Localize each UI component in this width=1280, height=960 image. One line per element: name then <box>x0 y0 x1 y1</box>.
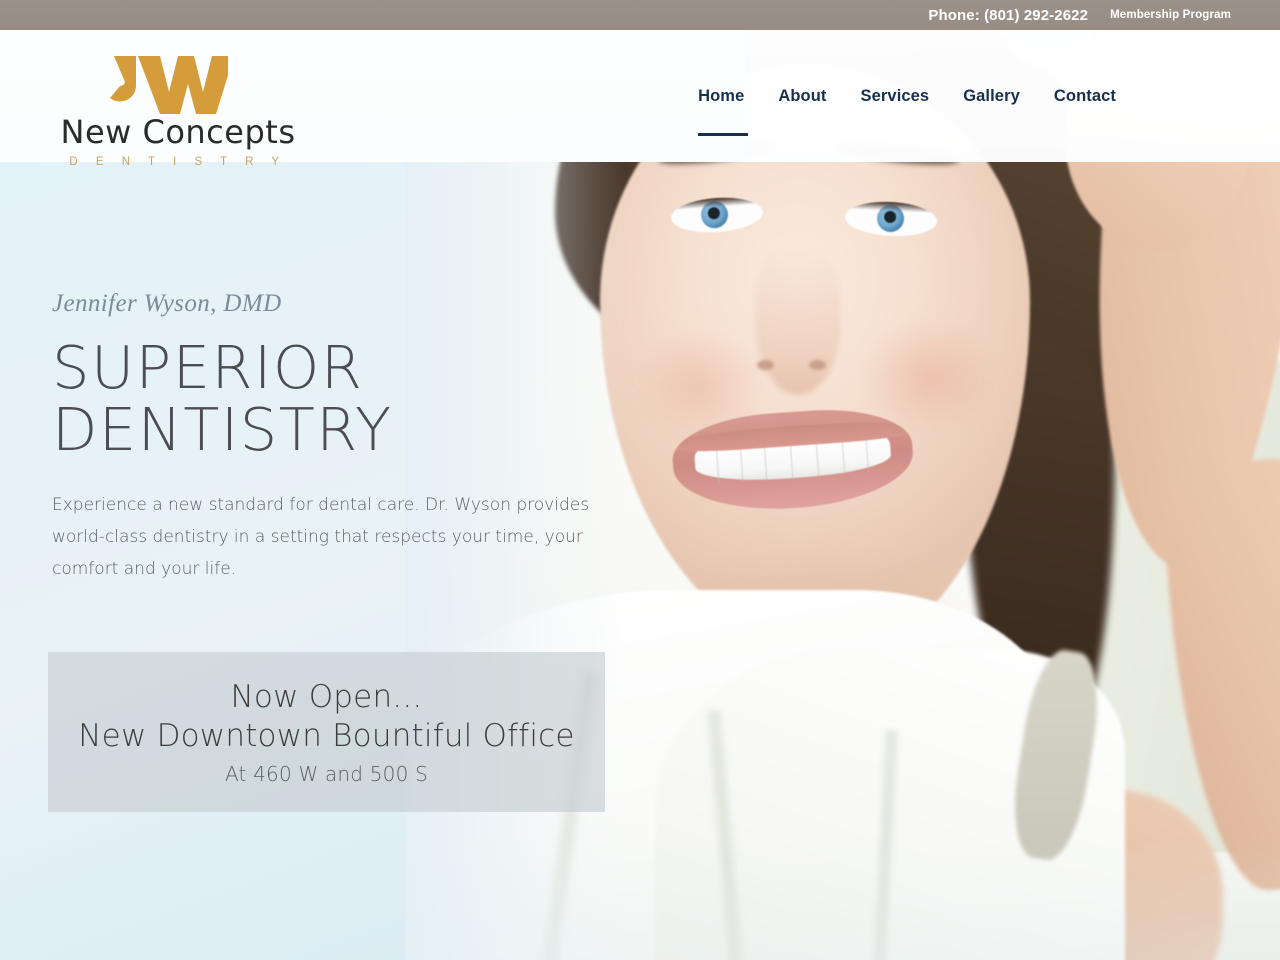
nav-item-contact[interactable]: Contact <box>1054 87 1116 106</box>
photo-nostril-left <box>757 360 774 370</box>
membership-program-link[interactable]: Membership Program <box>1110 9 1231 21</box>
hero-title: SUPERIOR DENTISTRY <box>52 337 672 461</box>
site-header: New Concepts D E N T I S T R Y Home Abou… <box>0 30 1280 168</box>
logo-subtitle: D E N T I S T R Y <box>69 156 287 168</box>
active-nav-underline <box>698 132 749 136</box>
main-navigation: Home About Services Gallery Contact <box>698 30 1280 162</box>
top-utility-bar: Phone: (801) 292-2622 Membership Program <box>0 0 1280 30</box>
hero-title-line-2: DENTISTRY <box>52 395 393 464</box>
hero-title-line-1: SUPERIOR <box>52 333 364 402</box>
nav-label: Home <box>698 86 745 105</box>
photo-nostril-right <box>809 360 826 370</box>
site-logo[interactable]: New Concepts D E N T I S T R Y <box>48 54 308 168</box>
promo-headline: Now Open... <box>230 679 423 715</box>
promo-address: At 460 W and 500 S <box>224 762 428 786</box>
hero-description: Experience a new standard for dental car… <box>52 495 590 579</box>
logo-name: New Concepts <box>60 113 296 151</box>
photo-bottom-fade <box>405 840 1280 960</box>
photo-nose <box>755 245 841 395</box>
nav-item-home[interactable]: Home <box>698 86 749 136</box>
nav-item-gallery[interactable]: Gallery <box>963 87 1020 106</box>
jw-monogram-icon <box>108 54 234 116</box>
nav-item-services[interactable]: Services <box>861 87 930 106</box>
phone-number[interactable]: Phone: (801) 292-2622 <box>928 7 1088 24</box>
nav-item-about[interactable]: About <box>778 87 826 106</box>
promo-subheadline: New Downtown Bountiful Office <box>78 718 575 754</box>
hero-eyebrow: Jennifer Wyson, DMD <box>52 290 282 317</box>
hero-content: Jennifer Wyson, DMD SUPERIOR DENTISTRY E… <box>52 290 672 585</box>
page-root: Phone: (801) 292-2622 Membership Program… <box>0 0 1280 960</box>
promo-banner[interactable]: Now Open... New Downtown Bountiful Offic… <box>48 652 605 812</box>
